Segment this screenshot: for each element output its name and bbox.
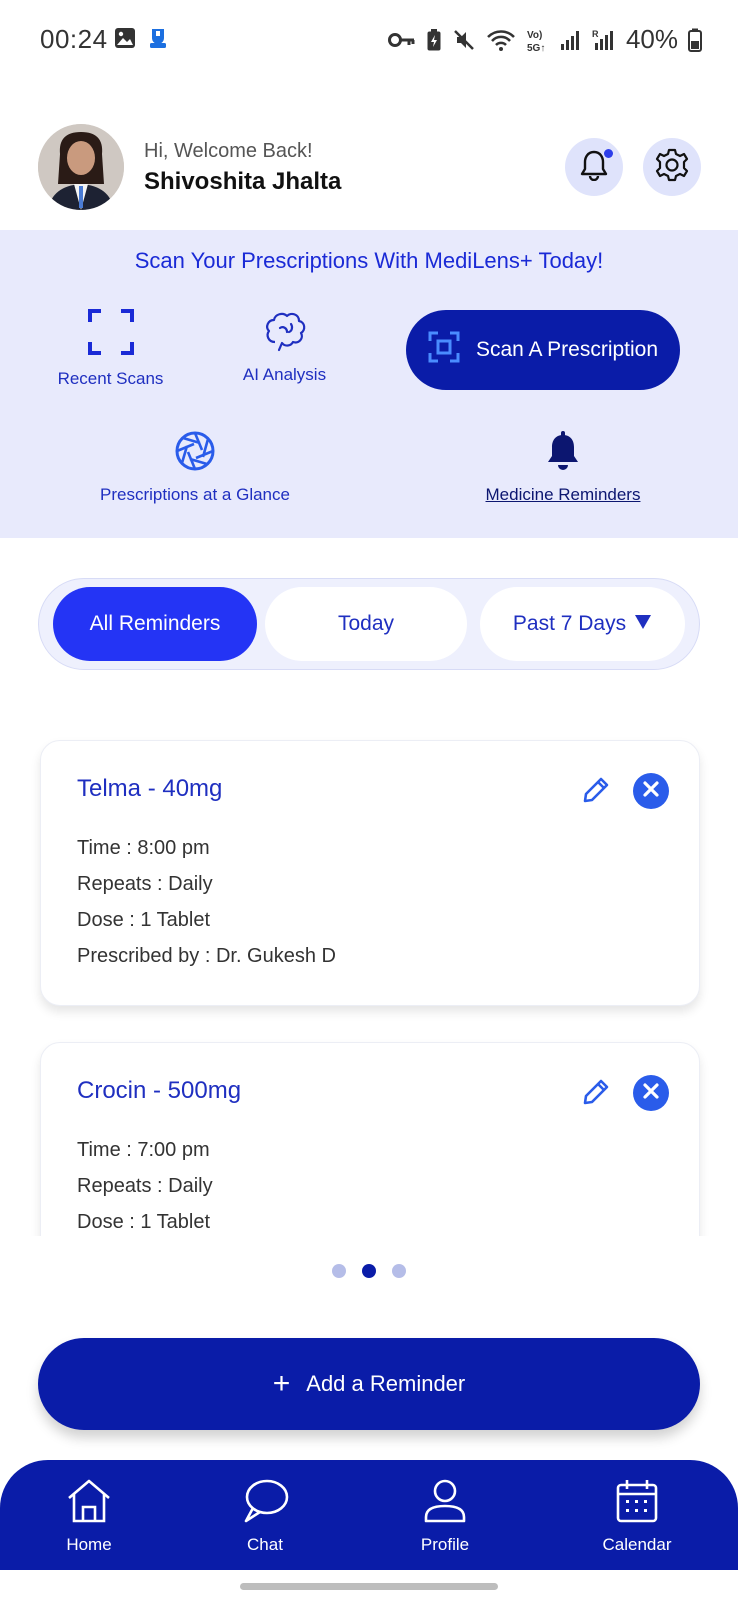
pencil-icon: [581, 777, 611, 809]
reminder-dose: Dose : 1 Tablet: [77, 909, 211, 931]
notification-dot: [604, 149, 613, 158]
reminder-filter-tabs: All Reminders Today Past 7 Days: [38, 578, 700, 670]
close-icon: [643, 780, 659, 802]
add-reminder-button[interactable]: + Add a Reminder: [38, 1338, 700, 1430]
mute-icon: [452, 28, 476, 52]
prescriptions-glance-button[interactable]: Prescriptions at a Glance: [90, 430, 300, 505]
recent-scans-button[interactable]: Recent Scans: [48, 308, 173, 389]
tab-all-reminders[interactable]: All Reminders: [53, 587, 257, 661]
home-indicator[interactable]: [240, 1583, 498, 1590]
edit-reminder-button[interactable]: [581, 775, 611, 810]
add-reminder-label: Add a Reminder: [306, 1371, 466, 1396]
feature-banner: Scan Your Prescriptions With MediLens+ T…: [0, 230, 738, 538]
home-icon: [65, 1478, 113, 1529]
pagination-dots: [0, 1264, 738, 1278]
banner-title: Scan Your Prescriptions With MediLens+ T…: [134, 248, 604, 273]
nav-profile[interactable]: Profile: [400, 1478, 490, 1555]
edit-reminder-button[interactable]: [581, 1077, 611, 1112]
bell-icon: [544, 430, 582, 477]
reminder-list[interactable]: Telma - 40mg Time : 8:00 pm Repeats : Da…: [0, 730, 738, 1236]
reminder-time: Time : 7:00 pm: [77, 1139, 210, 1161]
nav-home-label: Home: [66, 1535, 112, 1554]
medicine-reminders-label: Medicine Reminders: [485, 485, 641, 504]
reminder-title: Crocin - 500mg: [77, 1077, 242, 1104]
reminder-prescribed-by: Prescribed by : Dr. Gukesh D: [77, 945, 336, 967]
ai-analysis-button[interactable]: AI Analysis: [222, 308, 347, 385]
svg-text:Vo): Vo): [527, 30, 542, 41]
nav-calendar[interactable]: Calendar: [587, 1478, 687, 1555]
user-icon: [421, 1478, 469, 1529]
recent-scans-label: Recent Scans: [57, 369, 164, 388]
reminder-repeats: Repeats : Daily: [77, 1175, 213, 1197]
svg-text:5G↑: 5G↑: [527, 43, 545, 53]
svg-text:R: R: [592, 29, 599, 39]
reminder-card[interactable]: Telma - 40mg Time : 8:00 pm Repeats : Da…: [40, 740, 700, 1006]
reminder-card[interactable]: Crocin - 500mg Time : 7:00 pm Repeats : …: [40, 1042, 700, 1236]
settings-button[interactable]: [643, 138, 701, 196]
delete-reminder-button[interactable]: [633, 1075, 669, 1111]
caret-down-icon: [634, 612, 652, 636]
calendar-icon: [614, 1478, 660, 1529]
pencil-icon: [581, 1079, 611, 1111]
tab-past-7-days[interactable]: Past 7 Days: [480, 587, 685, 661]
gear-icon: [655, 148, 689, 187]
nav-chat[interactable]: Chat: [220, 1478, 310, 1555]
signal-roaming-icon: R: [592, 28, 616, 52]
glance-label: Prescriptions at a Glance: [100, 485, 290, 504]
volte-icon: Vo) 5G↑: [526, 27, 550, 53]
aperture-icon: [174, 430, 216, 477]
tab-past-7-days-label: Past 7 Days: [512, 612, 627, 635]
wifi-icon: [486, 28, 516, 52]
pagination-dot-active[interactable]: [362, 1264, 376, 1278]
avatar[interactable]: [38, 124, 124, 210]
user-name: Shivoshita Jhalta: [144, 168, 342, 195]
tab-today[interactable]: Today: [265, 587, 467, 661]
battery-saver-icon: [426, 28, 442, 52]
plus-icon: +: [272, 1367, 291, 1400]
status-system-icons: Vo) 5G↑ R 40%: [387, 24, 702, 55]
close-icon: [643, 1082, 659, 1104]
delete-reminder-button[interactable]: [633, 773, 669, 809]
pagination-dot[interactable]: [392, 1264, 406, 1278]
pagination-dot[interactable]: [332, 1264, 346, 1278]
reminder-title: Telma - 40mg: [77, 775, 223, 802]
reminder-dose: Dose : 1 Tablet: [77, 1211, 211, 1233]
notifications-button[interactable]: [565, 138, 623, 196]
status-time: 00:24: [40, 24, 108, 54]
key-icon: [387, 32, 416, 48]
brain-icon: [263, 308, 307, 357]
nav-calendar-label: Calendar: [602, 1535, 672, 1554]
scan-frame-icon: [87, 308, 135, 361]
status-bar: 00:24 Vo) 5G↑ R 40%: [0, 0, 738, 80]
battery-icon: [688, 28, 702, 52]
reminder-time: Time : 8:00 pm: [77, 837, 210, 859]
nav-chat-label: Chat: [247, 1535, 283, 1554]
bottom-navigation: Home Chat Profile Calendar: [0, 1460, 738, 1570]
ai-analysis-label: AI Analysis: [242, 365, 327, 384]
welcome-greeting: Hi, Welcome Back!: [144, 140, 313, 162]
image-icon: [114, 27, 136, 54]
scan-icon: [428, 331, 460, 369]
scan-prescription-label: Scan A Prescription: [475, 338, 659, 361]
nav-home[interactable]: Home: [44, 1478, 134, 1555]
app-notification-icon: [146, 26, 170, 55]
nav-profile-label: Profile: [420, 1535, 470, 1554]
reminder-repeats: Repeats : Daily: [77, 873, 213, 895]
status-notification-icons: [114, 26, 170, 55]
chat-icon: [241, 1478, 289, 1529]
battery-level: 40%: [625, 24, 678, 54]
scan-prescription-button[interactable]: Scan A Prescription: [406, 310, 680, 390]
signal-icon: [560, 29, 582, 51]
medicine-reminders-button[interactable]: Medicine Reminders: [470, 430, 656, 505]
